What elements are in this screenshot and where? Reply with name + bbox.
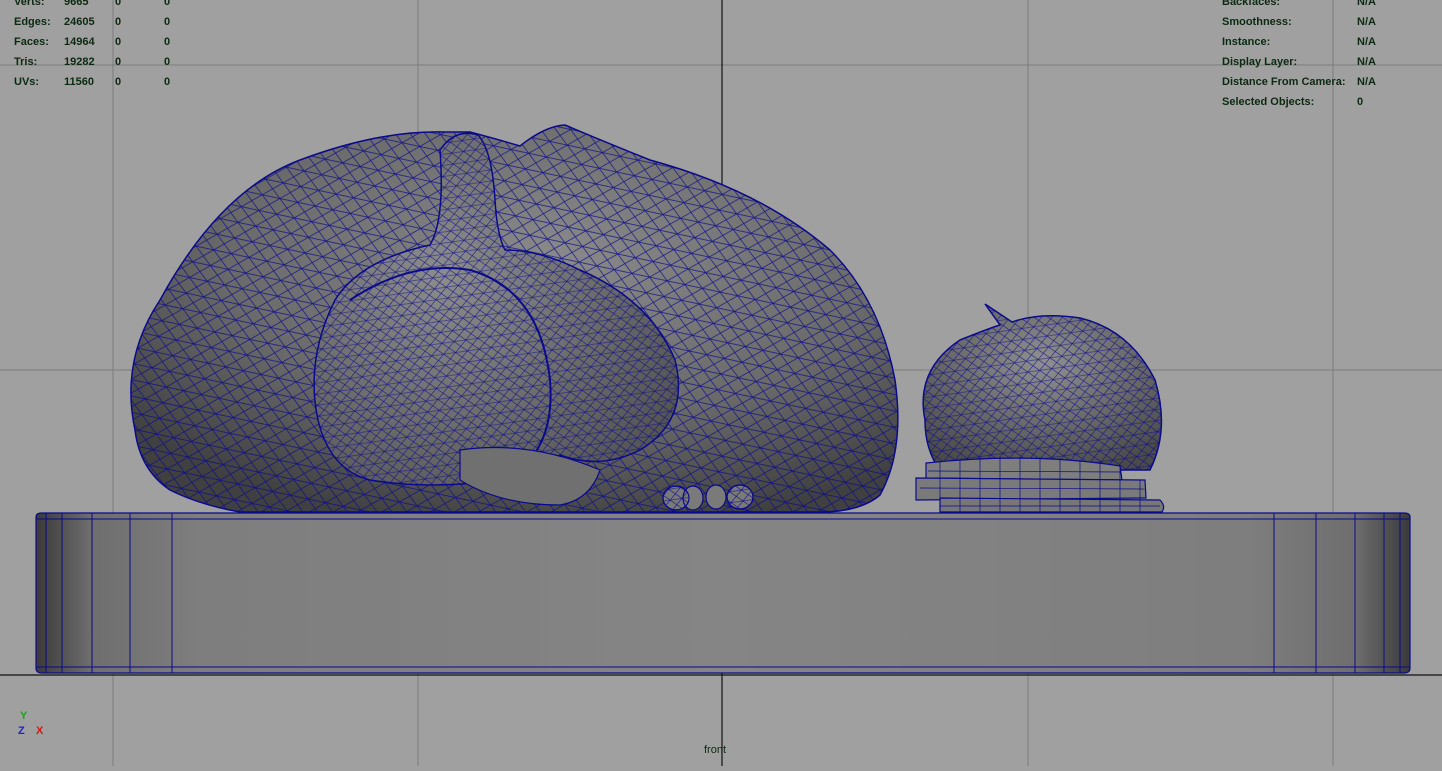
info-value: N/A <box>1357 0 1376 8</box>
stat-value-total: 11560 <box>64 76 94 88</box>
info-value: 0 <box>1357 96 1364 108</box>
stat-value-selected: 0 <box>115 76 122 88</box>
viewport-canvas[interactable] <box>0 0 1442 766</box>
info-row-instance: Instance: N/A <box>1222 32 1422 52</box>
stat-value-other: 0 <box>164 56 171 68</box>
info-value: N/A <box>1357 36 1376 48</box>
axis-y-label: Y <box>20 710 28 722</box>
info-row-display-layer: Display Layer: N/A <box>1222 52 1422 72</box>
stat-row-tris: Tris: 19282 0 0 <box>14 52 214 72</box>
info-value: N/A <box>1357 76 1376 88</box>
stat-value-total: 9665 <box>64 0 89 8</box>
stat-label: Faces: <box>14 36 49 48</box>
stat-value-total: 14964 <box>64 36 95 48</box>
info-row-backfaces: Backfaces: N/A <box>1222 0 1422 12</box>
info-label: Instance: <box>1222 36 1271 48</box>
stat-row-edges: Edges: 24605 0 0 <box>14 12 214 32</box>
object-info-hud: Backfaces: N/A Smoothness: N/A Instance:… <box>1222 0 1422 112</box>
stat-label: UVs: <box>14 76 40 88</box>
info-value: N/A <box>1357 16 1376 28</box>
axis-x-label: X <box>36 725 44 737</box>
poly-count-hud: Verts: 9665 0 0 Edges: 24605 0 0 Faces: … <box>14 0 214 92</box>
axis-z-label: Z <box>18 725 25 737</box>
info-label: Distance From Camera: <box>1222 76 1346 88</box>
stat-value-other: 0 <box>164 0 171 8</box>
info-label: Smoothness: <box>1222 16 1292 28</box>
stat-value-selected: 0 <box>115 56 122 68</box>
info-label: Selected Objects: <box>1222 96 1315 108</box>
stat-value-other: 0 <box>164 36 171 48</box>
info-label: Display Layer: <box>1222 56 1298 68</box>
info-label: Backfaces: <box>1222 0 1281 8</box>
stat-value-total: 19282 <box>64 56 95 68</box>
stat-label: Tris: <box>14 56 38 68</box>
stat-label: Verts: <box>14 0 45 8</box>
stat-row-faces: Faces: 14964 0 0 <box>14 32 214 52</box>
stat-value-other: 0 <box>164 76 171 88</box>
info-row-selected-objects: Selected Objects: 0 <box>1222 92 1422 112</box>
info-value: N/A <box>1357 56 1376 68</box>
3d-viewport[interactable]: Verts: 9665 0 0 Edges: 24605 0 0 Faces: … <box>0 0 1442 766</box>
stat-row-uvs: UVs: 11560 0 0 <box>14 72 214 92</box>
camera-name-label: front <box>704 744 727 756</box>
stat-value-total: 24605 <box>64 16 95 28</box>
stat-value-selected: 0 <box>115 36 122 48</box>
board-mesh[interactable] <box>35 512 1411 674</box>
info-row-distance: Distance From Camera: N/A <box>1222 72 1422 92</box>
stat-value-selected: 0 <box>115 16 122 28</box>
small-object-mesh[interactable] <box>922 303 1163 471</box>
stat-value-other: 0 <box>164 16 171 28</box>
stat-label: Edges: <box>14 16 51 28</box>
stat-row-verts: Verts: 9665 0 0 <box>14 0 214 12</box>
stat-value-selected: 0 <box>115 0 122 8</box>
info-row-smoothness: Smoothness: N/A <box>1222 12 1422 32</box>
